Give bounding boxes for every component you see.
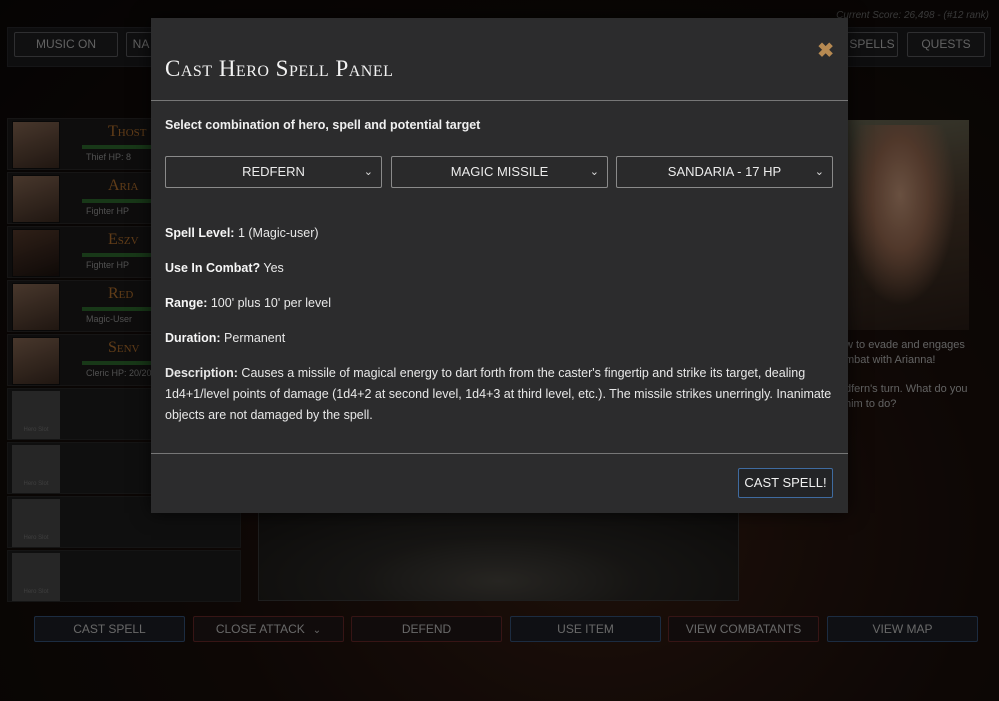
duration-label: Duration: xyxy=(165,331,221,345)
modal-title: Cast Hero Spell Panel xyxy=(165,56,394,81)
range-row: Range: 100' plus 10' per level xyxy=(165,296,331,310)
hero-select-value: REDFERN xyxy=(242,164,305,179)
use-in-combat-value: Yes xyxy=(260,261,284,275)
target-select[interactable]: SANDARIA - 17 HP ⌄ xyxy=(616,156,833,188)
spell-level-row: Spell Level: 1 (Magic-user) xyxy=(165,226,319,240)
divider xyxy=(151,100,848,101)
spell-level-value: 1 (Magic-user) xyxy=(234,226,319,240)
cast-spell-modal: Cast Hero Spell Panel ✖ Select combinati… xyxy=(151,18,848,513)
chevron-down-icon: ⌄ xyxy=(589,166,599,178)
chevron-down-icon: ⌄ xyxy=(363,166,373,178)
close-icon[interactable]: ✖ xyxy=(817,38,834,63)
use-in-combat-row: Use In Combat? Yes xyxy=(165,261,284,275)
cast-spell-button[interactable]: CAST SPELL! xyxy=(738,468,833,498)
range-label: Range: xyxy=(165,296,208,310)
spell-select-value: MAGIC MISSILE xyxy=(450,164,549,179)
hero-select[interactable]: REDFERN ⌄ xyxy=(165,156,382,188)
instruction-text: Select combination of hero, spell and po… xyxy=(165,118,481,132)
divider xyxy=(151,453,848,454)
description-label: Description: xyxy=(165,366,238,380)
spell-level-label: Spell Level: xyxy=(165,226,235,240)
range-value: 100' plus 10' per level xyxy=(207,296,331,310)
duration-value: Permanent xyxy=(220,331,286,345)
duration-row: Duration: Permanent xyxy=(165,331,285,345)
description-value: Causes a missile of magical energy to da… xyxy=(165,366,832,422)
spell-select[interactable]: MAGIC MISSILE ⌄ xyxy=(391,156,608,188)
chevron-down-icon: ⌄ xyxy=(814,166,824,178)
target-select-value: SANDARIA - 17 HP xyxy=(667,164,782,179)
use-in-combat-label: Use In Combat? xyxy=(165,261,261,275)
description-row: Description: Causes a missile of magical… xyxy=(165,363,835,426)
